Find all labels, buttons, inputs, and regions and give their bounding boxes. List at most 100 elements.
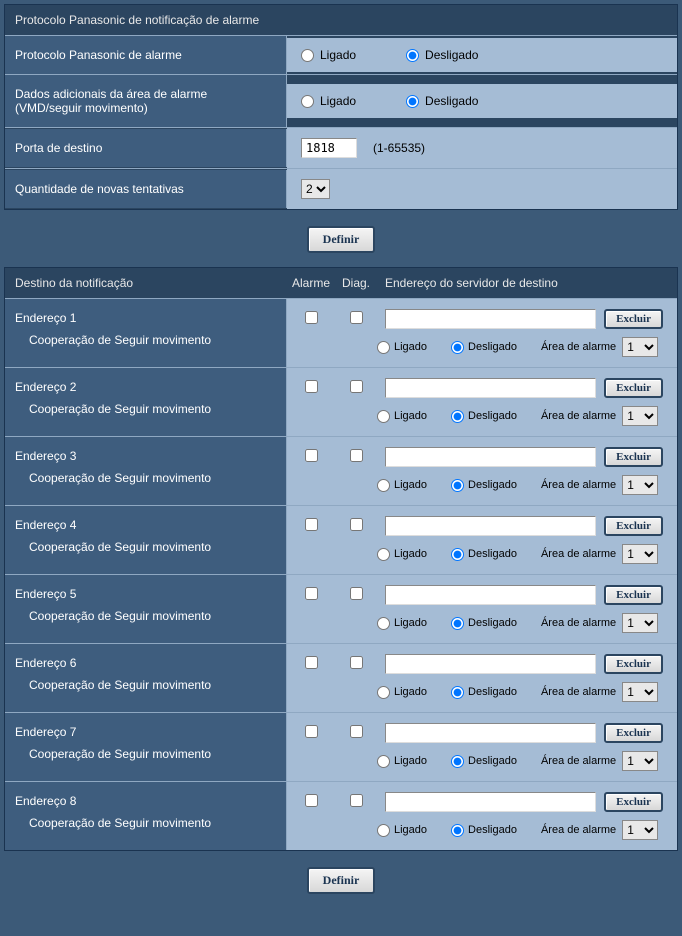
dest-coop-label: Cooperação de Seguir movimento [15, 463, 276, 485]
dest-row: Endereço 2Cooperação de Seguir movimento… [5, 367, 677, 436]
diag-checkbox[interactable] [350, 380, 363, 393]
delete-button[interactable]: Excluir [604, 309, 663, 329]
diag-checkbox[interactable] [350, 794, 363, 807]
area-select[interactable]: 1 [622, 406, 658, 426]
dest-right: Excluir Ligado Desligado Área de alarme 1 [287, 368, 677, 436]
control-retries: 2 [287, 169, 677, 209]
server-address-input[interactable] [385, 723, 596, 743]
dest-label: Endereço 5 [15, 587, 276, 601]
dest-label: Endereço 3 [15, 449, 276, 463]
coop-radio-on[interactable]: Ligado [377, 548, 427, 561]
define-button-2[interactable]: Definir [307, 867, 376, 894]
delete-button[interactable]: Excluir [604, 723, 663, 743]
dest-row-top: Excluir [287, 644, 677, 680]
dest-row-bottom: Ligado Desligado Área de alarme 1 [287, 473, 677, 505]
dest-right: ExcluirLigadoDesligadoÁrea de alarme1 [287, 782, 677, 850]
dest-row-bottom: LigadoDesligadoÁrea de alarme1 [287, 335, 677, 367]
delete-button[interactable]: Excluir [604, 516, 663, 536]
radio-additional-on[interactable]: Ligado [301, 94, 356, 108]
dest-left: Endereço 3Cooperação de Seguir movimento [5, 437, 287, 505]
dest-row: Endereço 3Cooperação de Seguir movimento… [5, 436, 677, 505]
radio-alarm-off[interactable]: Desligado [406, 48, 478, 62]
diag-checkbox[interactable] [350, 518, 363, 531]
alarm-checkbox[interactable] [305, 311, 318, 324]
coop-radio-off[interactable]: Desligado [451, 410, 517, 423]
delete-button[interactable]: Excluir [604, 654, 663, 674]
coop-radio-off[interactable]: Desligado [451, 341, 517, 354]
dest-coop-label: Cooperação de Seguir movimento [15, 670, 276, 692]
coop-radio-on[interactable]: Ligado [377, 617, 427, 630]
dest-left: Endereço 2Cooperação de Seguir movimento [5, 368, 287, 436]
label-retries: Quantidade de novas tentativas [5, 170, 287, 208]
delete-button[interactable]: Excluir [604, 792, 663, 812]
dest-row-top: Excluir [287, 506, 677, 542]
coop-radio-on[interactable]: Ligado [377, 479, 427, 492]
label-additional-data: Dados adicionais da área de alarme (VMD/… [5, 75, 287, 127]
server-address-input[interactable] [385, 447, 596, 467]
alarm-checkbox[interactable] [305, 656, 318, 669]
coop-radio-on[interactable]: Ligado [377, 410, 427, 423]
area-select[interactable]: 1 [622, 820, 658, 840]
area-select[interactable]: 1 [622, 475, 658, 495]
diag-checkbox[interactable] [350, 656, 363, 669]
server-address-input[interactable] [385, 654, 596, 674]
control-alarm-protocol: Ligado Desligado [287, 38, 677, 72]
dest-port-input[interactable] [301, 138, 357, 158]
area-select[interactable]: 1 [622, 544, 658, 564]
server-address-input[interactable] [385, 585, 596, 605]
alarm-protocol-panel: Protocolo Panasonic de notificação de al… [4, 4, 678, 210]
area-label: Área de alarme [541, 410, 616, 422]
server-address-input[interactable] [385, 792, 596, 812]
dest-left: Endereço 4Cooperação de Seguir movimento [5, 506, 287, 574]
area-select[interactable]: 1 [622, 682, 658, 702]
panel-title: Protocolo Panasonic de notificação de al… [5, 5, 677, 35]
area-select[interactable]: 1 [622, 751, 658, 771]
delete-button[interactable]: Excluir [604, 378, 663, 398]
server-address-input[interactable] [385, 378, 596, 398]
dest-right: ExcluirLigadoDesligadoÁrea de alarme1 [287, 713, 677, 781]
area-label: Área de alarme [541, 686, 616, 698]
dest-row: Endereço 7Cooperação de Seguir movimento… [5, 712, 677, 781]
server-address-input[interactable] [385, 516, 596, 536]
diag-checkbox[interactable] [350, 311, 363, 324]
area-select[interactable]: 1 [622, 613, 658, 633]
dest-header-alarm: Alarme [287, 276, 335, 290]
define-button-1[interactable]: Definir [307, 226, 376, 253]
alarm-checkbox[interactable] [305, 380, 318, 393]
coop-radio-off[interactable]: Desligado [451, 548, 517, 561]
coop-radio-on[interactable]: Ligado [377, 341, 427, 354]
row-retries: Quantidade de novas tentativas 2 [5, 168, 677, 209]
dest-row: Endereço 5Cooperação de Seguir movimento… [5, 574, 677, 643]
dest-label: Endereço 4 [15, 518, 276, 532]
server-address-input[interactable] [385, 309, 596, 329]
coop-radio-off[interactable]: Desligado [451, 617, 517, 630]
alarm-checkbox[interactable] [305, 449, 318, 462]
radio-alarm-on[interactable]: Ligado [301, 48, 356, 62]
coop-radio-off[interactable]: Desligado [451, 755, 517, 768]
coop-radio-off[interactable]: Desligado [451, 824, 517, 837]
coop-radio-off[interactable]: Desligado [451, 479, 517, 492]
delete-button[interactable]: Excluir [604, 585, 663, 605]
area-select[interactable]: 1 [622, 337, 658, 357]
dest-label: Endereço 7 [15, 725, 276, 739]
diag-checkbox[interactable] [350, 587, 363, 600]
coop-radio-off[interactable]: Desligado [451, 686, 517, 699]
coop-radio-on[interactable]: Ligado [377, 686, 427, 699]
coop-radio-on[interactable]: Ligado [377, 755, 427, 768]
area-label: Área de alarme [541, 479, 616, 491]
alarm-checkbox[interactable] [305, 725, 318, 738]
dest-header: Destino da notificação Alarme Diag. Ende… [5, 268, 677, 298]
delete-button[interactable]: Excluir [604, 447, 663, 467]
radio-additional-off[interactable]: Desligado [406, 94, 478, 108]
alarm-checkbox[interactable] [305, 794, 318, 807]
diag-checkbox[interactable] [350, 449, 363, 462]
alarm-checkbox[interactable] [305, 518, 318, 531]
submit-row-2: Definir [4, 859, 678, 908]
coop-radio-on[interactable]: Ligado [377, 824, 427, 837]
control-additional-data: Ligado Desligado [287, 84, 677, 118]
diag-checkbox[interactable] [350, 725, 363, 738]
retries-select[interactable]: 2 [301, 179, 330, 199]
alarm-checkbox[interactable] [305, 587, 318, 600]
label-dest-port: Porta de destino [5, 129, 287, 167]
dest-row-bottom: Ligado Desligado Área de alarme 1 [287, 680, 677, 712]
